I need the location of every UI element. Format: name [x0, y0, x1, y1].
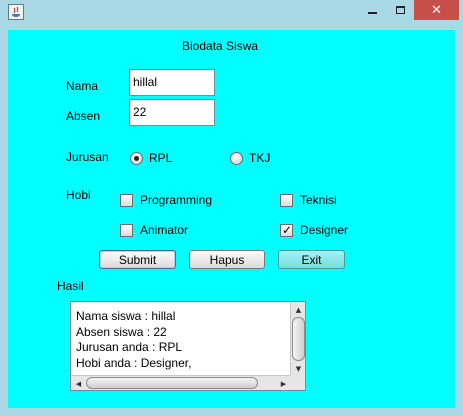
checkbox-teknisi[interactable]: Teknisi	[280, 193, 337, 207]
maximize-icon	[396, 6, 405, 14]
jurusan-label: Jurusan	[66, 150, 109, 164]
scroll-down-icon[interactable]: ▼	[291, 361, 306, 376]
java-app-icon	[8, 4, 24, 20]
vertical-scroll-thumb[interactable]	[292, 317, 305, 361]
nama-label: Nama	[66, 79, 99, 93]
checkbox-teknisi-box	[280, 193, 293, 207]
checkbox-designer-label: Designer	[300, 223, 349, 237]
hasil-textarea[interactable]: Nama siswa : hillal Absen siswa : 22 Jur…	[70, 301, 306, 391]
hasil-label: Hasil	[57, 279, 84, 293]
absen-input[interactable]: 22	[129, 99, 215, 126]
scroll-right-icon[interactable]: ▶	[276, 376, 291, 391]
checkbox-designer-box: ✓	[280, 222, 293, 237]
horizontal-scrollbar[interactable]: ◀ ▶	[71, 375, 291, 390]
checkbox-designer[interactable]: ✓ Designer	[280, 223, 348, 237]
radio-rpl-indicator	[130, 151, 143, 165]
checkbox-programming-label: Programming	[140, 193, 213, 207]
radio-tkj-indicator	[230, 151, 243, 165]
hasil-line: Hobi anda : Designer,	[76, 355, 192, 370]
radio-rpl[interactable]: RPL	[130, 151, 172, 165]
absen-label: Absen	[66, 109, 101, 123]
application-window: ✕ Biodata Siswa Nama hillal Absen 22 Jur…	[0, 0, 463, 416]
radio-tkj[interactable]: TKJ	[230, 151, 270, 165]
scroll-corner	[290, 375, 305, 390]
checkbox-programming[interactable]: Programming	[120, 193, 212, 207]
exit-button[interactable]: Exit	[278, 250, 345, 269]
radio-tkj-label: TKJ	[249, 151, 271, 165]
maximize-button[interactable]	[387, 0, 414, 20]
hasil-line: Absen siswa : 22	[76, 324, 167, 339]
horizontal-scroll-thumb[interactable]	[86, 377, 258, 389]
title-bar: ✕	[0, 0, 463, 24]
form-title: Biodata Siswa	[182, 39, 259, 53]
scroll-left-icon[interactable]: ◀	[71, 376, 86, 391]
minimize-icon	[367, 12, 377, 14]
form-panel: Biodata Siswa Nama hillal Absen 22 Jurus…	[8, 30, 455, 408]
checkbox-teknisi-label: Teknisi	[300, 193, 337, 207]
checkbox-animator[interactable]: Animator	[120, 223, 188, 237]
vertical-scrollbar[interactable]: ▲ ▼	[290, 302, 305, 376]
hapus-button[interactable]: Hapus	[189, 250, 265, 269]
close-button[interactable]: ✕	[414, 0, 459, 20]
hasil-line: Nama siswa : hillal	[76, 309, 176, 323]
close-icon: ✕	[431, 2, 442, 18]
hobi-label: Hobi	[66, 188, 91, 202]
radio-rpl-label: RPL	[149, 151, 173, 165]
scroll-up-icon[interactable]: ▲	[291, 302, 306, 317]
hasil-text: Nama siswa : hillal Absen siswa : 22 Jur…	[76, 309, 191, 371]
checkmark-icon: ✓	[282, 222, 293, 237]
checkbox-animator-box	[120, 223, 133, 237]
minimize-button[interactable]	[358, 0, 386, 20]
nama-input[interactable]: hillal	[129, 69, 215, 96]
submit-button[interactable]: Submit	[99, 250, 176, 269]
checkbox-programming-box	[120, 193, 133, 207]
checkbox-animator-label: Animator	[140, 223, 189, 237]
hasil-line: Jurusan anda : RPL	[76, 340, 183, 354]
